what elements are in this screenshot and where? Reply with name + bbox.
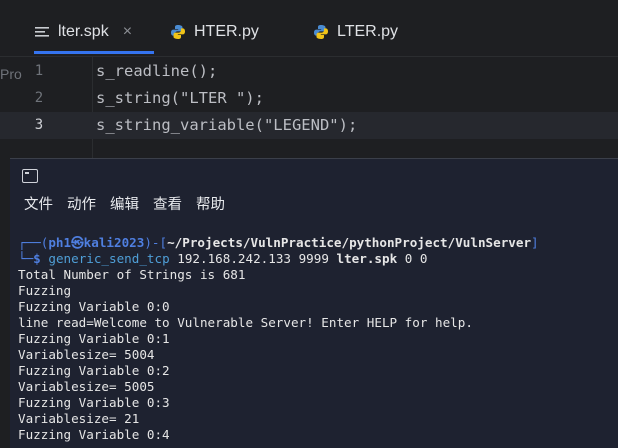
output-line: Total Number of Strings is 681 (18, 267, 246, 282)
prompt-path: ~/Projects/VulnPractice/pythonProject/Vu… (167, 235, 532, 250)
prompt-corner: └─ (18, 251, 34, 266)
output-line: Fuzzing Variable 0:1 (18, 331, 170, 346)
output-line: Variablesize= 5004 (18, 347, 155, 362)
command-args-tail: 0 0 (397, 251, 428, 266)
python-icon (171, 25, 185, 39)
code-text: s_string_variable("LEGEND"); (96, 116, 358, 134)
output-line: Fuzzing Variable 0:2 (18, 363, 170, 378)
output-line: Fuzzing Variable 0:3 (18, 395, 170, 410)
line-number: 3 (34, 117, 44, 133)
tab-hter-py[interactable]: HTER.py (170, 12, 259, 52)
python-icon (314, 25, 328, 39)
prompt-end: ] (531, 235, 539, 250)
tab-label: HTER.py (194, 23, 259, 40)
code-line[interactable]: 1 s_readline(); (0, 58, 618, 85)
menu-help[interactable]: 帮助 (196, 193, 225, 214)
code-text: s_string("LTER "); (96, 89, 264, 107)
output-line: Variablesize= 5005 (18, 379, 155, 394)
terminal-output[interactable]: ┌──(ph1㉿kali2023)-[~/Projects/VulnPracti… (18, 235, 618, 443)
prompt-sep: )-[ (144, 235, 168, 250)
code-text: s_readline(); (96, 62, 218, 80)
tab-label: lter.spk (58, 23, 109, 40)
prompt-line-2: └─$ generic_send_tcp 192.168.242.133 999… (18, 251, 618, 267)
command-file-arg: lter.spk (336, 251, 398, 266)
close-icon[interactable]: × (123, 23, 132, 41)
code-line-current[interactable]: 3 s_string_variable("LEGEND"); (0, 112, 618, 139)
tab-label: LTER.py (337, 23, 399, 40)
output-line: line read=Welcome to Vulnerable Server! … (18, 315, 473, 330)
command-args: 192.168.242.133 9999 (169, 251, 337, 266)
editor-tab-bar: lter.spk × HTER.py LTER.py (0, 0, 618, 56)
terminal-menubar: 文件 动作 编辑 查看 帮助 (24, 193, 239, 214)
prompt-corner: ┌──( (18, 235, 49, 250)
ide-editor: lter.spk × HTER.py LTER.py Pro 1 s_readl… (0, 0, 618, 160)
tab-lter-py[interactable]: LTER.py (313, 12, 398, 52)
command-name: generic_send_tcp (48, 251, 170, 266)
line-number: 1 (34, 63, 44, 79)
menu-action[interactable]: 动作 (67, 193, 96, 214)
terminal-icon (22, 169, 38, 183)
code-area[interactable]: 1 s_readline(); 2 s_string("LTER "); 3 s… (0, 58, 618, 139)
prompt-user: ph1㉿kali2023 (48, 235, 145, 250)
tab-lter-spk[interactable]: lter.spk × (34, 12, 154, 54)
menu-edit[interactable]: 编辑 (110, 193, 139, 214)
terminal-window: 文件 动作 编辑 查看 帮助 ┌──(ph1㉿kali2023)-[~/Proj… (10, 158, 618, 448)
menu-view[interactable]: 查看 (153, 193, 182, 214)
output-line: Fuzzing (18, 283, 72, 298)
prompt-dollar: $ (33, 251, 41, 266)
prompt-line-1: ┌──(ph1㉿kali2023)-[~/Projects/VulnPracti… (18, 235, 618, 251)
output-line: Fuzzing Variable 0:0 (18, 299, 170, 314)
line-number: 2 (34, 90, 44, 106)
code-line[interactable]: 2 s_string("LTER "); (0, 85, 618, 112)
output-line: Fuzzing Variable 0:4 (18, 427, 170, 442)
output-line: Variablesize= 21 (18, 411, 140, 426)
menu-file[interactable]: 文件 (24, 193, 53, 214)
text-file-icon (35, 27, 49, 37)
